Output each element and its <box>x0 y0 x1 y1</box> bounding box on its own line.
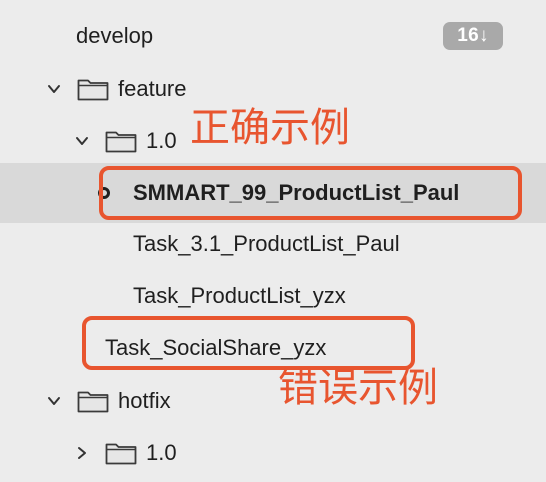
tree-row-branch[interactable]: Task_3.1_ProductList_Paul <box>0 218 546 270</box>
branch-label-develop: develop <box>76 23 154 48</box>
folder-label-hotfix: hotfix <box>118 388 171 413</box>
folder-icon <box>105 131 137 153</box>
wrong-example-highlight <box>82 316 415 370</box>
tree-row-hotfix[interactable]: hotfix <box>0 375 546 427</box>
folder-label-1-0: 1.0 <box>146 128 177 153</box>
branch-tree: develop 16↓ feature 1.0 SMMART_99_Produc… <box>0 0 546 482</box>
branch-label: Task_ProductList_yzx <box>133 283 346 308</box>
chevron-down-icon[interactable] <box>74 133 90 149</box>
chevron-right-icon[interactable] <box>74 445 90 461</box>
chevron-down-icon[interactable] <box>46 393 62 409</box>
tree-row-branch[interactable]: Task_ProductList_yzx <box>0 270 546 322</box>
folder-label-1-0: 1.0 <box>146 440 177 465</box>
correct-example-label: 正确示例 <box>190 105 350 151</box>
folder-icon <box>77 79 109 101</box>
folder-icon <box>105 443 137 465</box>
folder-label-feature: feature <box>118 76 187 101</box>
tree-row-hotfix-1-0[interactable]: 1.0 <box>0 427 546 479</box>
tree-row-develop[interactable]: develop 16↓ <box>0 10 546 62</box>
wrong-example-label: 错误示例 <box>278 365 438 411</box>
correct-example-highlight <box>99 166 522 220</box>
chevron-down-icon[interactable] <box>46 81 62 97</box>
branch-label: Task_3.1_ProductList_Paul <box>133 231 400 256</box>
behind-count-badge: 16↓ <box>443 22 503 50</box>
folder-icon <box>77 391 109 413</box>
